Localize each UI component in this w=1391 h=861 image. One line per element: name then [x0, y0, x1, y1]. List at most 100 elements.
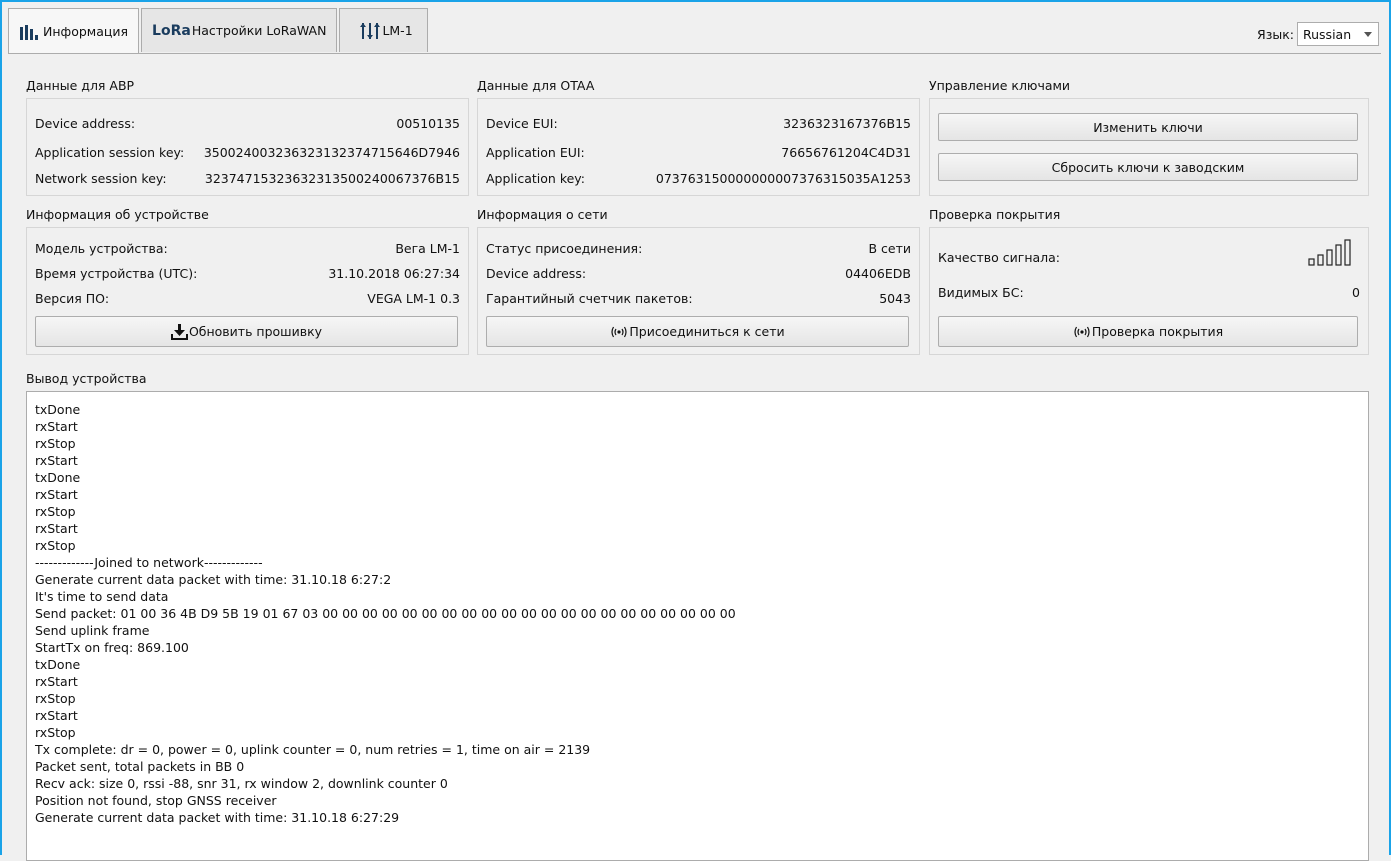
tab-information-label: Информация — [43, 24, 129, 39]
abp-row-net-session-key: Network session key: 3237471532363231350… — [35, 171, 460, 186]
network-group-title: Информация о сети — [477, 207, 608, 222]
console-line: Send packet: 01 00 36 4B D9 5B 19 01 67 … — [35, 606, 736, 621]
device-group: Модель устройства: Вега LM-1 Время устро… — [26, 227, 469, 355]
coverage-row-signal: Качество сигнала: — [938, 239, 1360, 269]
otaa-row-app-eui: Application EUI: 76656761204C4D31 — [486, 145, 911, 160]
reset-keys-button[interactable]: Сбросить ключи к заводским — [938, 153, 1358, 181]
keys-group: Изменить ключи Сбросить ключи к заводски… — [929, 98, 1369, 196]
field-value: VEGA LM-1 0.3 — [367, 291, 460, 306]
abp-row-device-address: Device address: 00510135 — [35, 116, 460, 131]
field-value: 5043 — [879, 291, 911, 306]
keys-group-title: Управление ключами — [929, 78, 1071, 93]
field-value: Вега LM-1 — [395, 241, 460, 256]
tab-information[interactable]: Информация — [8, 8, 140, 54]
field-label: Модель устройства: — [35, 241, 168, 256]
console-line: rxStart — [35, 521, 78, 536]
console-line: rxStop — [35, 691, 76, 706]
abp-group: Device address: 00510135 Application ses… — [26, 98, 469, 196]
otaa-group: Device EUI: 3236323167376B15 Application… — [477, 98, 920, 196]
console-line: rxStop — [35, 436, 76, 451]
console-line: txDone — [35, 657, 81, 672]
console-line: rxStart — [35, 708, 78, 723]
window-frame-top — [0, 0, 1391, 2]
field-label: Device address: — [35, 116, 136, 131]
join-network-button[interactable]: Присоединиться к сети — [486, 316, 909, 347]
change-keys-button[interactable]: Изменить ключи — [938, 113, 1358, 141]
console-line: rxStart — [35, 419, 78, 434]
signal-strength-icon — [1308, 238, 1360, 269]
field-value[interactable]: 350024003236323132374715646D7946 — [204, 145, 460, 160]
otaa-row-device-eui: Device EUI: 3236323167376B15 — [486, 116, 911, 131]
field-value[interactable]: 32374715323632313500240067376B15 — [205, 171, 460, 186]
field-value: 04406EDB — [845, 266, 911, 281]
field-value: 31.10.2018 06:27:34 — [328, 266, 460, 281]
join-network-label: Присоединиться к сети — [629, 324, 785, 339]
device-group-title: Информация об устройстве — [26, 207, 209, 222]
device-output-console[interactable]: txDone rxStart rxStop rxStart txDone rxStart r… — [26, 391, 1369, 861]
otaa-group-title: Данные для OTAA — [477, 78, 595, 93]
console-line: txDone — [35, 470, 81, 485]
field-value[interactable]: 3236323167376B15 — [783, 116, 911, 131]
device-row-time: Время устройства (UTC): 31.10.2018 06:27… — [35, 266, 460, 281]
field-label: Версия ПО: — [35, 291, 110, 306]
reset-keys-label: Сбросить ключи к заводским — [1051, 159, 1245, 175]
update-firmware-label: Обновить прошивку — [188, 324, 323, 339]
field-label: Application key: — [486, 171, 585, 186]
update-firmware-button[interactable]: Обновить прошивку — [35, 316, 458, 347]
bar-chart-icon — [19, 24, 41, 40]
output-group-title: Вывод устройства — [26, 371, 147, 386]
coverage-row-stations: Видимых БС: 0 — [938, 285, 1360, 300]
console-line: It's time to send data — [35, 589, 169, 604]
field-value[interactable]: 073763150000000007376315035A1253 — [656, 171, 911, 186]
field-label: Application EUI: — [486, 145, 585, 160]
field-label: Device EUI: — [486, 116, 558, 131]
broadcast-icon — [610, 326, 628, 338]
field-value[interactable]: 76656761204C4D31 — [781, 145, 911, 160]
field-label: Время устройства (UTC): — [35, 266, 198, 281]
console-line: Recv ack: size 0, rssi -88, snr 31, rx w… — [35, 776, 448, 791]
change-keys-label: Изменить ключи — [1093, 119, 1203, 135]
device-row-firmware: Версия ПО: VEGA LM-1 0.3 — [35, 291, 460, 306]
field-label: Видимых БС: — [938, 285, 1024, 300]
tab-bar-divider — [8, 53, 1381, 54]
network-group: Статус присоединения: В сети Device addr… — [477, 227, 920, 355]
console-line: -------------Joined to network----------… — [35, 555, 263, 570]
field-value: 0 — [1352, 285, 1360, 300]
tab-lorawan-settings-label: Настройки LoRaWAN — [191, 23, 327, 38]
console-line: rxStop — [35, 504, 76, 519]
field-value[interactable]: 00510135 — [396, 116, 460, 131]
console-line: rxStart — [35, 453, 78, 468]
language-value: Russian — [1303, 26, 1352, 42]
device-row-model: Модель устройства: Вега LM-1 — [35, 241, 460, 256]
console-line: Send uplink frame — [35, 623, 150, 638]
console-line: rxStop — [35, 725, 76, 740]
download-icon — [170, 323, 188, 340]
coverage-group: Качество сигнала: Видимых БС: 0 Проверка… — [929, 227, 1369, 355]
console-line: Packet sent, total packets in BB 0 — [35, 759, 245, 774]
tab-lm1-label: LM-1 — [382, 23, 413, 38]
check-coverage-label: Проверка покрытия — [1091, 324, 1224, 339]
console-line: Position not found, stop GNSS receiver — [35, 793, 277, 808]
console-line: rxStart — [35, 487, 78, 502]
field-value: В сети — [868, 241, 911, 256]
network-row-device-address: Device address: 04406EDB — [486, 266, 911, 281]
window-frame-left — [0, 0, 2, 855]
console-line: rxStop — [35, 538, 76, 553]
chevron-down-icon — [1364, 32, 1372, 37]
network-row-status: Статус присоединения: В сети — [486, 241, 911, 256]
field-label: Device address: — [486, 266, 587, 281]
check-coverage-button[interactable]: Проверка покрытия — [938, 316, 1358, 347]
field-label: Network session key: — [35, 171, 167, 186]
field-label: Application session key: — [35, 145, 185, 160]
language-selector: Язык: Russian — [1257, 22, 1379, 46]
abp-row-app-session-key: Application session key: 350024003236323… — [35, 145, 460, 160]
tab-lorawan-settings[interactable]: LoRa Настройки LoRaWAN — [141, 8, 338, 52]
tab-lm1[interactable]: LM-1 — [339, 8, 428, 52]
console-line: rxStart — [35, 674, 78, 689]
tab-bar: Информация LoRa Настройки LoRaWAN LM-1 — [8, 8, 430, 54]
otaa-row-app-key: Application key: 07376315000000000737631… — [486, 171, 911, 186]
language-dropdown[interactable]: Russian — [1297, 22, 1379, 46]
field-label: Статус присоединения: — [486, 241, 643, 256]
field-label: Качество сигнала: — [938, 250, 1061, 265]
console-line: Tx complete: dr = 0, power = 0, uplink c… — [35, 742, 591, 757]
